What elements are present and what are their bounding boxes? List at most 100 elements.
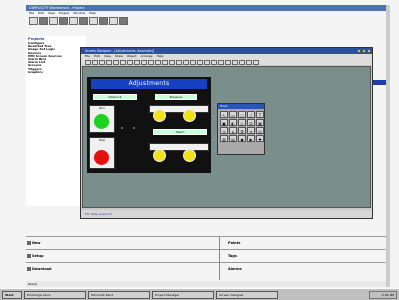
designer-tool[interactable] bbox=[218, 59, 224, 65]
designer-tool[interactable] bbox=[183, 59, 189, 65]
designer-tool[interactable] bbox=[127, 59, 133, 65]
tree-item[interactable]: Graphics bbox=[28, 71, 84, 74]
designer-tool[interactable] bbox=[85, 59, 91, 65]
palette-tool-icon[interactable]: ↖ bbox=[220, 111, 228, 118]
toolbar-button[interactable] bbox=[29, 17, 38, 25]
command-row: New Points bbox=[26, 236, 386, 249]
palette-tool-icon[interactable]: ▥ bbox=[220, 135, 228, 142]
designer-tool[interactable] bbox=[190, 59, 196, 65]
toolbar-button[interactable] bbox=[119, 17, 128, 25]
palette-tool-icon[interactable]: ○ bbox=[238, 111, 246, 118]
designer-tool[interactable] bbox=[197, 59, 203, 65]
setup-icon bbox=[27, 254, 31, 258]
designer-tool[interactable] bbox=[253, 59, 259, 65]
palette-grid: ↖ ▭ ○ ╱ T ▣ ◐ ◇ ⬭ ▦ ♒ ⌂ ⚙ ≡ ◎ ▥ ▤ ◆ ▶ ✚ bbox=[220, 111, 264, 142]
yellow-lamp[interactable] bbox=[153, 149, 166, 162]
design-canvas[interactable]: Adjustments Interlock Pressure Run Stop bbox=[82, 66, 371, 208]
toolbar-button[interactable] bbox=[89, 17, 98, 25]
window-controls bbox=[357, 49, 371, 53]
toolbar-button[interactable] bbox=[39, 17, 48, 25]
yellow-lamp[interactable] bbox=[183, 149, 196, 162]
stop-label: Stop bbox=[98, 138, 106, 142]
toolbar-button[interactable] bbox=[59, 17, 68, 25]
palette-tool-icon[interactable]: ♒ bbox=[220, 127, 228, 134]
green-lamp[interactable] bbox=[93, 113, 110, 130]
red-lamp[interactable] bbox=[93, 149, 110, 166]
taskbar-item[interactable]: Exchange Inbox bbox=[24, 290, 86, 299]
designer-tool[interactable] bbox=[92, 59, 98, 65]
hmi-title-banner: Adjustments bbox=[91, 79, 207, 89]
taskbar-item[interactable]: Screen Designer bbox=[216, 290, 278, 299]
palette-tool-icon[interactable]: ╱ bbox=[247, 111, 255, 118]
toolbar-button[interactable] bbox=[109, 17, 118, 25]
yellow-lamp[interactable] bbox=[183, 109, 196, 122]
designer-tool[interactable] bbox=[99, 59, 105, 65]
palette-tool-icon[interactable]: ▭ bbox=[229, 111, 237, 118]
command-alarms[interactable]: Alarms bbox=[222, 263, 242, 276]
divider-dot bbox=[121, 127, 123, 129]
designer-tool[interactable] bbox=[246, 59, 252, 65]
palette-tool-icon[interactable]: ⌂ bbox=[229, 127, 237, 134]
palette-tool-icon[interactable]: ≡ bbox=[247, 127, 255, 134]
palette-title: Tools bbox=[218, 104, 264, 109]
start-button[interactable]: Start bbox=[2, 290, 22, 299]
palette-tool-icon[interactable]: ✚ bbox=[256, 135, 264, 142]
toolbar-button[interactable] bbox=[49, 17, 58, 25]
yellow-lamp[interactable] bbox=[153, 109, 166, 122]
command-area: New Points Setup Tags Download Alarms bbox=[26, 236, 386, 281]
designer-tool[interactable] bbox=[211, 59, 217, 65]
taskbar-item[interactable]: Project Manager bbox=[152, 290, 214, 299]
column-divider bbox=[219, 236, 220, 280]
project-tree: Configure Read/Set Tree Image Set Logic … bbox=[28, 42, 84, 102]
designer-toolbar bbox=[81, 59, 372, 65]
palette-tool-icon[interactable]: ▦ bbox=[256, 119, 264, 126]
palette-tool-icon[interactable]: ◇ bbox=[238, 119, 246, 126]
palette-tool-icon[interactable]: ▶ bbox=[247, 135, 255, 142]
palette-tool-icon[interactable]: ▤ bbox=[229, 135, 237, 142]
toolbar-button[interactable] bbox=[69, 17, 78, 25]
palette-tool-icon[interactable]: ▣ bbox=[220, 119, 228, 126]
designer-tool[interactable] bbox=[113, 59, 119, 65]
palette-tool-icon[interactable]: ◐ bbox=[229, 119, 237, 126]
system-tray-clock: 2:41 PM bbox=[369, 290, 397, 299]
designer-tool[interactable] bbox=[204, 59, 210, 65]
designer-tool[interactable] bbox=[106, 59, 112, 65]
palette-tool-icon[interactable]: ⬭ bbox=[247, 119, 255, 126]
designer-tool[interactable] bbox=[232, 59, 238, 65]
palette-tool-icon[interactable]: ◎ bbox=[256, 127, 264, 134]
command-download[interactable]: Download bbox=[26, 263, 52, 276]
designer-tool[interactable] bbox=[225, 59, 231, 65]
project-tree-header: Projects bbox=[28, 37, 45, 41]
designer-tool[interactable] bbox=[134, 59, 140, 65]
outer-toolbar bbox=[26, 16, 386, 26]
new-icon bbox=[27, 241, 31, 245]
designer-tool[interactable] bbox=[148, 59, 154, 65]
palette-tool-icon[interactable]: T bbox=[256, 111, 264, 118]
designer-tool[interactable] bbox=[169, 59, 175, 65]
designer-tool[interactable] bbox=[239, 59, 245, 65]
taskbar-item[interactable]: Microsoft Word bbox=[88, 290, 150, 299]
toolbar-button[interactable] bbox=[99, 17, 108, 25]
run-label: Run bbox=[99, 106, 105, 110]
hmi-panel[interactable]: Adjustments Interlock Pressure Run Stop bbox=[87, 77, 211, 173]
designer-tool[interactable] bbox=[176, 59, 182, 65]
palette-tool-icon[interactable]: ⚙ bbox=[238, 127, 246, 134]
outer-scrollbar[interactable] bbox=[386, 5, 390, 287]
palette-tool-icon[interactable]: ◆ bbox=[238, 135, 246, 142]
close-button[interactable] bbox=[367, 49, 371, 53]
alarm-button[interactable]: Alarm bbox=[153, 129, 207, 135]
designer-tool[interactable] bbox=[120, 59, 126, 65]
interlock-button[interactable]: Interlock bbox=[93, 94, 137, 100]
minimize-button[interactable] bbox=[357, 49, 361, 53]
tool-palette: Tools ↖ ▭ ○ ╱ T ▣ ◐ ◇ ⬭ ▦ ♒ ⌂ ⚙ ≡ ◎ ▥ ▤ ◆ ▶ ✚ bbox=[217, 103, 265, 155]
taskbar: Start Exchange Inbox Microsoft Word Proj… bbox=[0, 288, 399, 300]
maximize-button[interactable] bbox=[362, 49, 366, 53]
designer-status-bar: For Help, press F1 bbox=[81, 210, 372, 218]
toolbar-button[interactable] bbox=[79, 17, 88, 25]
command-row: Setup Tags bbox=[26, 249, 386, 262]
command-row: Download Alarms bbox=[26, 262, 386, 275]
designer-tool[interactable] bbox=[155, 59, 161, 65]
designer-tool[interactable] bbox=[141, 59, 147, 65]
pressure-button[interactable]: Pressure bbox=[155, 94, 197, 100]
designer-tool[interactable] bbox=[162, 59, 168, 65]
